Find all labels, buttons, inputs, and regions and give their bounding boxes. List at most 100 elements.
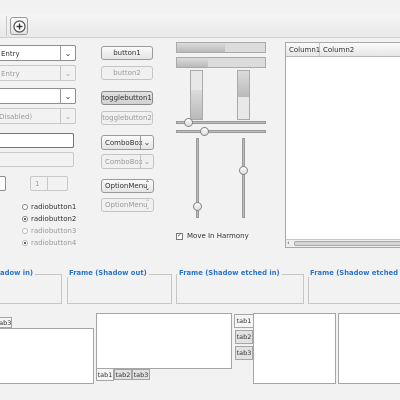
nb3-tab2-label: tab2 (236, 333, 252, 341)
vprogress-1-fill (191, 90, 202, 119)
nb3-tab2[interactable]: tab2 (235, 330, 253, 344)
combo-entry[interactable]: Entry ⌄ (0, 45, 76, 61)
tree-view[interactable]: Column1 Column2 ‹ (285, 42, 400, 248)
togglebutton1-label: togglebutton1 (102, 94, 152, 102)
combobox1-label: ComboBox (105, 138, 143, 147)
tree-column-2[interactable]: Column2 (320, 43, 400, 56)
radio-1[interactable]: radiobutton1 (22, 202, 76, 211)
hprogress-2-fill (177, 58, 208, 67)
radio-4: radiobutton4 (22, 238, 76, 247)
chevron-down-icon: ⌄ (64, 68, 72, 78)
button1[interactable]: button1 (101, 46, 153, 60)
nb3-tab1[interactable]: tab1 (234, 314, 253, 328)
tree-header: Column1 Column2 (286, 43, 400, 57)
vscale-2-trough (242, 138, 245, 218)
hprogress-1-fill (177, 43, 226, 52)
frame-shadow-out (67, 274, 172, 304)
hprogress-2 (176, 57, 266, 68)
add-button[interactable] (10, 17, 28, 35)
radio-circle[interactable] (22, 203, 28, 210)
nb2-tab3[interactable]: tab3 (132, 369, 150, 380)
vscale-1[interactable] (193, 138, 202, 218)
combo-entry-disabled-arrow: ⌄ (60, 66, 75, 80)
combobox1-arrow[interactable]: ⌄ (140, 136, 153, 149)
nb1-tab3-label: tab3 (0, 318, 12, 327)
button2: button2 (101, 66, 153, 80)
circle-plus-icon (12, 19, 26, 33)
move-in-harmony-checkbox[interactable]: ✓ Move In Harmony (176, 231, 249, 241)
notebook-3-panel (253, 313, 336, 384)
text-entry-disabled (0, 152, 74, 167)
combo-entry-disabled: Entry ⌄ (0, 65, 76, 81)
optionmenu-1[interactable]: OptionMenu ⌃ ⌄ (101, 179, 154, 193)
updown-arrows-icon: ⌃ ⌄ (144, 180, 150, 192)
notebook-1-panel (0, 328, 94, 384)
hscale-1-knob[interactable] (184, 118, 194, 127)
frame-shadow-etched-in (176, 274, 304, 304)
radio-circle (22, 227, 28, 234)
chevron-down-icon: ⌄ (64, 91, 72, 101)
vscale-2[interactable] (239, 138, 248, 218)
vprogress-2-fill (238, 71, 249, 98)
hscale-2-knob[interactable] (200, 127, 210, 136)
text-entry[interactable] (0, 133, 74, 148)
nb2-tab1[interactable]: tab1 (96, 369, 114, 381)
frame-shadow-etched-out (308, 274, 400, 304)
vscale-1-knob[interactable] (193, 201, 202, 211)
chevron-down-icon: ⌄ (64, 111, 72, 121)
checkmark-icon: ✓ (176, 232, 183, 239)
toolbar-separator (6, 16, 7, 36)
combo-box-col1-disabled-arrow: ⌄ (60, 109, 75, 123)
chevron-down-icon: ⌄ (143, 157, 151, 166)
checkbox-label: Move In Harmony (187, 232, 249, 240)
tree-hscrollbar-thumb[interactable] (294, 241, 400, 246)
combo-box-disabled-text: Disabled) (0, 113, 33, 121)
notebook-2-panel (96, 313, 232, 369)
nb2-tab3-label: tab3 (133, 370, 149, 379)
checkbox-box[interactable]: ✓ (176, 232, 183, 240)
togglebutton2-label: togglebutton2 (102, 114, 152, 122)
radio-label: radiobutton3 (31, 226, 77, 235)
radio-2[interactable]: radiobutton2 (22, 214, 76, 223)
tree-column-2-label: Column2 (323, 45, 355, 54)
button1-label: button1 (113, 49, 141, 57)
button2-label: button2 (113, 69, 141, 77)
spin-button-1[interactable] (0, 176, 6, 191)
togglebutton2: togglebutton2 (101, 111, 153, 125)
togglebutton1[interactable]: togglebutton1 (101, 91, 153, 105)
frame-shadow-etched-out-label: Frame (Shadow etched out) (308, 269, 400, 277)
nb2-tab1-label: tab1 (97, 370, 113, 379)
optionmenu1-label: OptionMenu (105, 182, 148, 190)
tree-column-1[interactable]: Column1 (286, 43, 320, 56)
combobox-button-1[interactable]: ComboBox ⌄ (101, 135, 154, 150)
combo-entry-text: Entry (1, 50, 20, 58)
combobox2-arrow: ⌄ (140, 155, 153, 168)
radio-circle (22, 239, 28, 246)
radio-circle[interactable] (22, 215, 28, 222)
frame-shadow-etched-in-label: Frame (Shadow etched in) (177, 269, 282, 277)
chevron-down-icon: ⌄ (64, 48, 72, 58)
vscale-2-knob[interactable] (239, 166, 248, 176)
hprogress-1 (176, 42, 266, 53)
nb2-tab2[interactable]: tab2 (114, 369, 132, 380)
combo-box-col1[interactable]: ⌄ (0, 88, 76, 104)
frame-shadow-in (0, 274, 62, 304)
nb1-tab3[interactable]: tab3 (0, 317, 12, 328)
nb3-tab3[interactable]: tab3 (235, 346, 253, 360)
tree-hscrollbar[interactable]: ‹ (286, 239, 400, 247)
combobox-button-2: ComboBox ⌄ (101, 154, 154, 169)
radio-3: radiobutton3 (22, 226, 76, 235)
vprogress-2 (237, 70, 250, 120)
vprogress-1 (190, 70, 203, 120)
hscale-1[interactable] (176, 118, 266, 127)
combo-box-col1-arrow[interactable]: ⌄ (60, 89, 75, 103)
spin-value: 1 (35, 180, 40, 188)
hscale-2[interactable] (176, 127, 266, 136)
tree-column-1-label: Column1 (289, 45, 321, 54)
combo-entry-disabled-text: Entry (1, 70, 20, 78)
radio-label: radiobutton4 (31, 238, 77, 247)
updown-arrows-icon: ⌃ ⌄ (144, 199, 150, 211)
hscale-2-trough (176, 130, 266, 133)
scroll-left-arrow-icon[interactable]: ‹ (287, 239, 290, 247)
combo-entry-arrow[interactable]: ⌄ (60, 46, 75, 60)
